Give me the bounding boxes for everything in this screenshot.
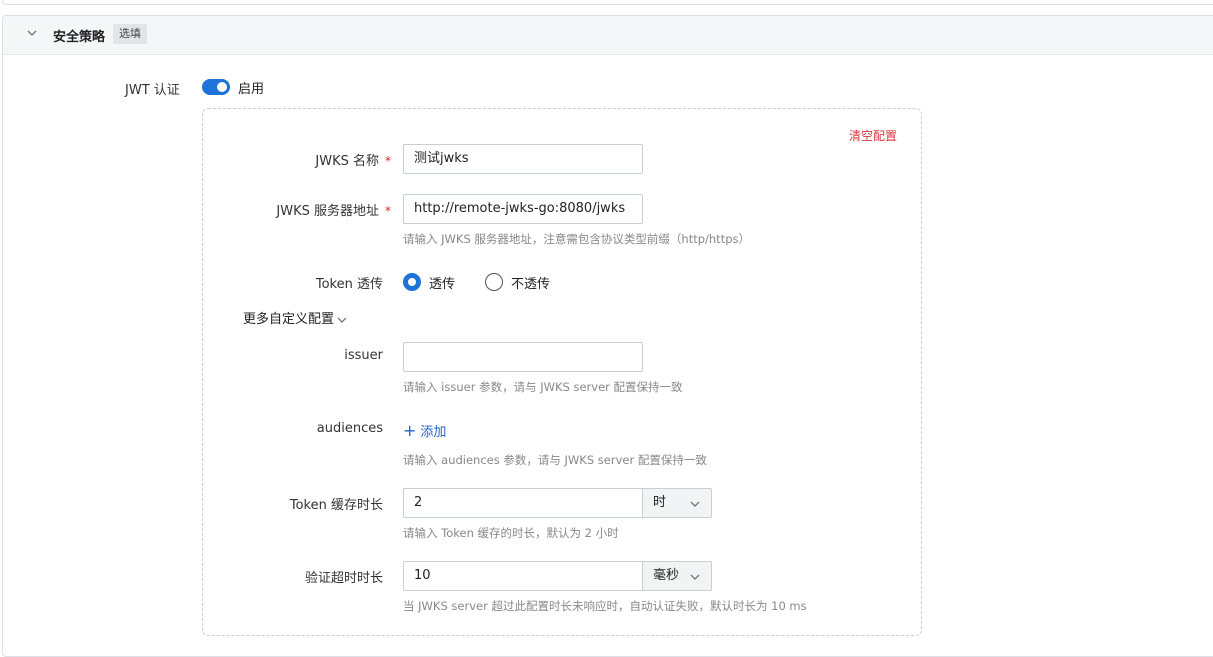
chevron-down-icon <box>337 317 347 323</box>
required-mark: * <box>385 204 391 218</box>
previous-panel-edge <box>2 0 1213 5</box>
toggle-knob <box>217 82 227 92</box>
issuer-hint: 请输入 issuer 参数，请与 JWKS server 配置保持一致 <box>403 380 683 394</box>
plus-icon: + <box>403 421 417 440</box>
chevron-down-icon <box>690 501 700 507</box>
audiences-label: audiences <box>316 421 383 436</box>
token-pass-option-off[interactable]: 不透传 <box>511 273 550 292</box>
token-cache-unit-select[interactable]: 时 <box>643 488 712 518</box>
verify-timeout-unit: 毫秒 <box>653 568 680 583</box>
chevron-down-icon <box>690 574 700 580</box>
token-cache-input[interactable]: 2 <box>403 488 643 518</box>
audiences-hint: 请输入 audiences 参数，请与 JWKS server 配置保持一致 <box>403 453 707 467</box>
required-mark: * <box>385 154 391 168</box>
more-config-text: 更多自定义配置 <box>243 312 335 327</box>
token-pass-label: Token 透传 <box>315 277 383 292</box>
token-cache-label: Token 缓存时长 <box>289 498 383 513</box>
jwks-config-box <box>202 108 922 636</box>
jwt-auth-toggle-text: 启用 <box>238 82 265 97</box>
add-audience-text: 添加 <box>420 425 447 440</box>
jwt-auth-label: JWT 认证 <box>125 83 180 98</box>
jwks-server-label-text: JWKS 服务器地址 <box>276 204 379 219</box>
section-title: 安全策略 <box>53 30 106 45</box>
token-cache-unit: 时 <box>653 495 667 510</box>
issuer-label: issuer <box>344 348 383 363</box>
verify-timeout-hint: 当 JWKS server 超过此配置时长未响应时，自动认证失败，默认时长为 1… <box>403 599 807 613</box>
verify-timeout-unit-select[interactable]: 毫秒 <box>643 561 712 591</box>
verify-timeout-input[interactable]: 10 <box>403 561 643 591</box>
add-audience-button[interactable]: + 添加 <box>403 421 446 440</box>
more-config-toggle[interactable]: 更多自定义配置 <box>243 308 348 327</box>
optional-tag: 选填 <box>113 24 147 44</box>
panel-header[interactable]: 安全策略 选填 <box>3 16 1213 55</box>
token-cache-hint: 请输入 Token 缓存的时长，默认为 2 小时 <box>403 526 619 540</box>
issuer-input[interactable] <box>403 342 643 372</box>
jwks-server-hint: 请输入 JWKS 服务器地址，注意需包含协议类型前缀（http/https） <box>403 232 750 246</box>
chevron-down-icon[interactable] <box>25 26 39 40</box>
verify-timeout-label: 验证超时时长 <box>304 571 383 586</box>
jwks-server-input[interactable]: http://remote-jwks-go:8080/jwks <box>403 194 643 224</box>
jwks-server-label: JWKS 服务器地址 * <box>276 200 391 219</box>
jwks-name-label-text: JWKS 名称 <box>315 154 379 169</box>
jwks-name-input[interactable]: 测试jwks <box>403 144 643 174</box>
token-pass-radio-off[interactable] <box>485 273 503 291</box>
token-pass-radio-on[interactable] <box>403 273 421 291</box>
jwt-auth-toggle[interactable] <box>202 79 230 95</box>
jwks-name-label: JWKS 名称 * <box>315 150 391 169</box>
token-pass-option-on[interactable]: 透传 <box>429 273 455 292</box>
clear-config-link[interactable]: 清空配置 <box>849 127 897 144</box>
